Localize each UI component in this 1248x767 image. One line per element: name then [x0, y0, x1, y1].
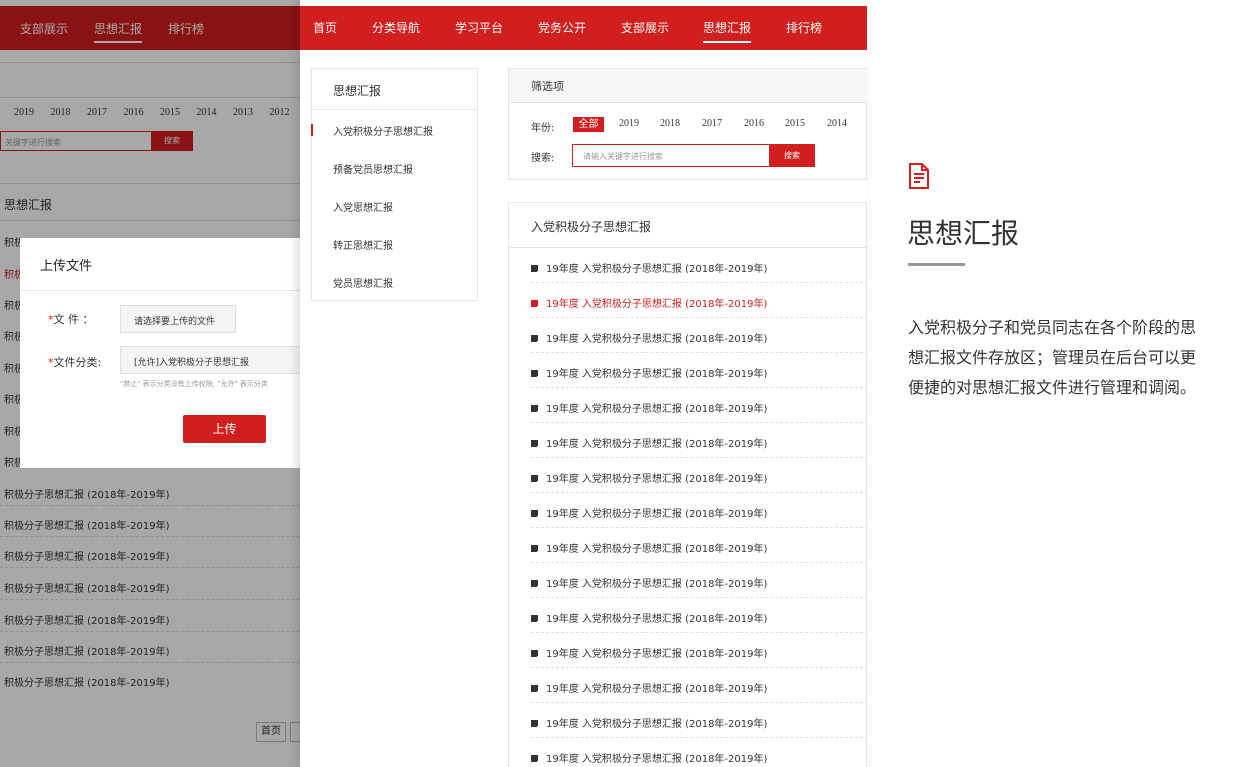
- filter-panel: 筛选项 年份: 全部 2019 2018 2017 2016 2015 2014…: [508, 68, 867, 180]
- list-item[interactable]: 19年度 入党积极分子思想汇报 (2018年-2019年): [531, 493, 867, 528]
- year-option[interactable]: 2014: [827, 118, 847, 129]
- modal-title: 上传文件: [40, 259, 93, 274]
- search-input[interactable]: 请输入关键字进行搜索: [572, 144, 770, 167]
- list-item[interactable]: 19年度 入党积极分子思想汇报 (2018年-2019年): [531, 458, 867, 493]
- nav-item-reports-active[interactable]: 思想汇报: [703, 19, 752, 43]
- nav-item-home[interactable]: 首页: [313, 19, 337, 36]
- sidebar-item-joining-report[interactable]: 入党思想汇报: [333, 199, 393, 214]
- active-indicator: [311, 124, 313, 136]
- list-item[interactable]: 19年度 入党积极分子思想汇报 (2018年-2019年): [531, 318, 867, 353]
- list-item[interactable]: 19年度 入党积极分子思想汇报 (2018年-2019年): [531, 388, 867, 423]
- category-label-text: 文件分类:: [53, 356, 102, 369]
- document-icon: [531, 405, 540, 414]
- title-underline: [908, 263, 965, 266]
- file-label-text: 文 件 ：: [53, 313, 94, 326]
- year-option[interactable]: 2017: [702, 118, 722, 129]
- list-item-hovered[interactable]: 19年度 入党积极分子思想汇报 (2018年-2019年): [531, 283, 867, 318]
- list-item-title: 19年度 入党积极分子思想汇报 (2018年-2019年): [546, 299, 768, 310]
- file-label: *文 件 ：: [48, 311, 94, 327]
- search-button[interactable]: 搜索: [769, 144, 815, 167]
- document-icon: [531, 300, 540, 309]
- sidebar-item-regularization-report[interactable]: 转正思想汇报: [333, 237, 393, 252]
- nav-item-learning[interactable]: 学习平台: [455, 19, 503, 36]
- year-option[interactable]: 2015: [785, 118, 805, 129]
- list-item[interactable]: 19年度 入党积极分子思想汇报 (2018年-2019年): [531, 423, 867, 458]
- document-icon: [531, 265, 540, 274]
- sidebar-title: 思想汇报: [333, 84, 382, 98]
- document-icon: [531, 440, 540, 449]
- list-item[interactable]: 19年度 入党积极分子思想汇报 (2018年-2019年): [531, 738, 867, 767]
- list-item-title: 19年度 入党积极分子思想汇报 (2018年-2019年): [546, 404, 768, 415]
- document-icon: [531, 720, 540, 729]
- description-title: 思想汇报: [907, 217, 1020, 250]
- document-icon: [531, 580, 540, 589]
- list-item-title: 19年度 入党积极分子思想汇报 (2018年-2019年): [546, 474, 768, 485]
- document-icon: [531, 615, 540, 624]
- list-item-title: 19年度 入党积极分子思想汇报 (2018年-2019年): [546, 614, 768, 625]
- list-item-title: 19年度 入党积极分子思想汇报 (2018年-2019年): [546, 509, 768, 520]
- list-item-title: 19年度 入党积极分子思想汇报 (2018年-2019年): [546, 439, 768, 450]
- list-item-title: 19年度 入党积极分子思想汇报 (2018年-2019年): [546, 544, 768, 555]
- list-item-title: 19年度 入党积极分子思想汇报 (2018年-2019年): [546, 369, 768, 380]
- list-title: 入党积极分子思想汇报: [531, 220, 652, 234]
- year-option[interactable]: 2019: [619, 118, 639, 129]
- description-text: 入党积极分子和党员同志在各个阶段的思想汇报文件存放区；管理员在后台可以更便捷的对…: [908, 318, 1197, 397]
- list-item-title: 19年度 入党积极分子思想汇报 (2018年-2019年): [546, 719, 768, 730]
- upload-modal: 上传文件 *文 件 ： 请选择要上传的文件 *文件分类: [允许]入党积极分子思…: [20, 238, 310, 468]
- choose-file-button[interactable]: 请选择要上传的文件: [120, 305, 236, 333]
- sidebar-item-probationary-report[interactable]: 预备党员思想汇报: [333, 161, 413, 176]
- year-label: 年份:: [531, 123, 555, 134]
- document-icon: [531, 755, 540, 764]
- list-item[interactable]: 19年度 入党积极分子思想汇报 (2018年-2019年): [531, 528, 867, 563]
- list-item-title: 19年度 入党积极分子思想汇报 (2018年-2019年): [546, 649, 768, 660]
- category-sidebar: 思想汇报 入党积极分子思想汇报 预备党员思想汇报 入党思想汇报 转正思想汇报 党…: [311, 68, 478, 301]
- filter-title: 筛选项: [509, 69, 867, 103]
- document-icon: [531, 335, 540, 344]
- nav-item-ranking[interactable]: 排行榜: [786, 19, 822, 36]
- background-screenshot: 支部展示 思想汇报 排行榜 2019 2018 2017 2016 2015 2…: [0, 0, 310, 767]
- document-icon: [531, 545, 540, 554]
- year-option[interactable]: 2018: [660, 118, 680, 129]
- list-item[interactable]: 19年度 入党积极分子思想汇报 (2018年-2019年): [531, 563, 867, 598]
- list-item-title: 19年度 入党积极分子思想汇报 (2018年-2019年): [546, 754, 768, 765]
- year-option[interactable]: 2016: [744, 118, 764, 129]
- list-item-title: 19年度 入党积极分子思想汇报 (2018年-2019年): [546, 334, 768, 345]
- nav-item-categories[interactable]: 分类导航: [372, 19, 420, 36]
- document-icon: [909, 163, 929, 189]
- foreground-screenshot: 首页 分类导航 学习平台 党务公开 支部展示 思想汇报 排行榜 思想汇报 入党积…: [300, 0, 867, 767]
- list-item[interactable]: 19年度 入党积极分子思想汇报 (2018年-2019年): [531, 633, 867, 668]
- sidebar-item-member-report[interactable]: 党员思想汇报: [333, 275, 393, 290]
- nav-item-branch[interactable]: 支部展示: [621, 19, 669, 36]
- document-icon: [531, 510, 540, 519]
- divider: [20, 290, 310, 291]
- year-option-all[interactable]: 全部: [573, 117, 604, 132]
- search-label: 搜索:: [531, 153, 555, 164]
- document-icon: [531, 650, 540, 659]
- document-icon: [531, 370, 540, 379]
- list-item[interactable]: 19年度 入党积极分子思想汇报 (2018年-2019年): [531, 703, 867, 738]
- permission-hint: "禁止" 表示分类没有上传权限; "允许" 表示分类: [120, 380, 268, 388]
- divider: [312, 109, 477, 110]
- list-item-title: 19年度 入党积极分子思想汇报 (2018年-2019年): [546, 264, 768, 275]
- list-item-title: 19年度 入党积极分子思想汇报 (2018年-2019年): [546, 579, 768, 590]
- document-icon: [531, 685, 540, 694]
- nav-item-party-affairs[interactable]: 党务公开: [538, 19, 586, 36]
- category-label: *文件分类:: [48, 354, 101, 370]
- report-list-panel: 入党积极分子思想汇报 19年度 入党积极分子思想汇报 (2018年-2019年)…: [508, 202, 867, 767]
- category-select[interactable]: [允许]入党积极分子思想汇报: [120, 346, 310, 374]
- main-nav-bar: 首页 分类导航 学习平台 党务公开 支部展示 思想汇报 排行榜: [300, 6, 867, 50]
- document-icon: [531, 475, 540, 484]
- list-item[interactable]: 19年度 入党积极分子思想汇报 (2018年-2019年): [531, 353, 867, 388]
- list-item[interactable]: 19年度 入党积极分子思想汇报 (2018年-2019年): [531, 598, 867, 633]
- upload-button[interactable]: 上传: [183, 415, 266, 443]
- list-item-title: 19年度 入党积极分子思想汇报 (2018年-2019年): [546, 684, 768, 695]
- list-item[interactable]: 19年度 入党积极分子思想汇报 (2018年-2019年): [531, 668, 867, 703]
- list-item[interactable]: 19年度 入党积极分子思想汇报 (2018年-2019年): [531, 248, 867, 283]
- sidebar-item-activist-report[interactable]: 入党积极分子思想汇报: [333, 123, 433, 138]
